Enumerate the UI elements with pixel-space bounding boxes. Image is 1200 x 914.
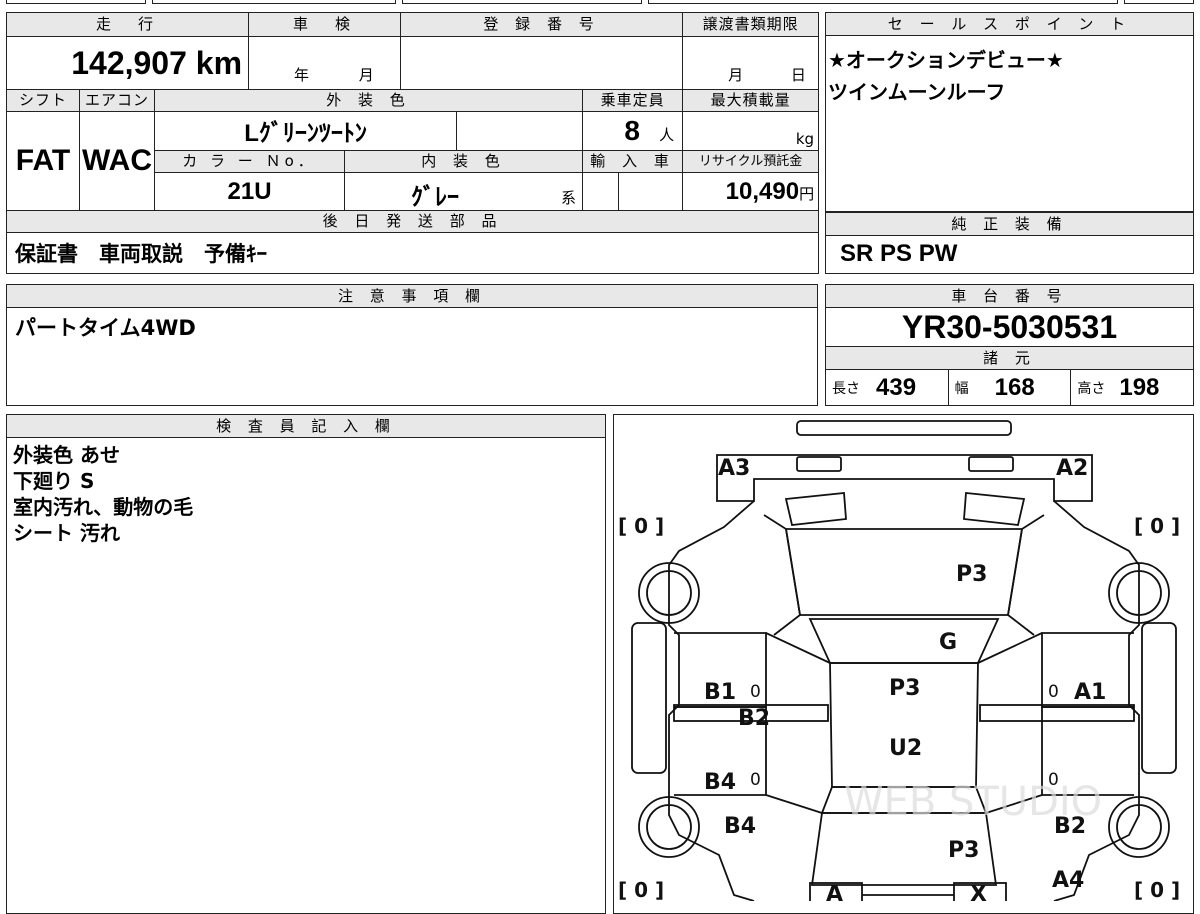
capacity-value: 8 [624, 114, 640, 146]
sales-point-line: ★オークションデビュー★ [828, 48, 1064, 72]
code-a3: A3 [718, 456, 750, 481]
recycle-header: リサイクル預託金 [682, 149, 820, 173]
interior-color-value: ｸﾞﾚｰ [411, 183, 460, 211]
top-edge-strip [6, 0, 1194, 6]
spec-header: 諸 元 [826, 347, 1193, 370]
transfer-deadline-header: 譲渡書類期限 [682, 11, 820, 38]
chassis-header: 車 台 番 号 [826, 285, 1193, 308]
color-no-header: カ ラ ー Ｎo． [153, 149, 346, 173]
zero-mark: 0 [1048, 682, 1059, 702]
transfer-month-unit: 月 [728, 65, 744, 84]
capacity-header: 乗車定員 [582, 88, 684, 113]
capacity-unit: 人 [659, 125, 675, 144]
notes-value: パートタイム4WD [15, 316, 196, 340]
notes-header: 注 意 事 項 欄 [7, 285, 817, 308]
sales-point-line: ツインムーンルーフ [828, 80, 1006, 104]
equipment-value: SR PS PW [840, 240, 958, 267]
watermark: WEB STUDIO [844, 779, 1102, 825]
chassis-number: YR30-5030531 [826, 308, 1193, 347]
code-p3-hood: P3 [956, 562, 987, 587]
aircon-header: エアコン [79, 88, 155, 113]
registration-value [400, 36, 684, 90]
code-a-tag: A [826, 882, 843, 901]
length-value: 439 [876, 374, 917, 401]
code-g: G [939, 630, 957, 655]
sales-points-box: セ ー ル ス ポ イ ン ト ★オークションデビュー★ ツインムーンルーフ [825, 12, 1194, 212]
code-x-tag: X [970, 882, 987, 901]
code-b2-left: B2 [738, 706, 770, 731]
max-load-header: 最大積載量 [682, 88, 820, 113]
inspector-line: 室内汚れ、動物の毛 [13, 495, 194, 519]
vehicle-info-grid: 走 行 車 検 登 録 番 号 譲渡書類期限 142,907 km 年 月 月 … [5, 11, 820, 274]
import-cell-1 [582, 171, 620, 212]
import-cell-2 [618, 171, 684, 212]
transfer-day-unit: 日 [790, 65, 806, 84]
width-label: 幅 [954, 381, 969, 397]
registration-header: 登 録 番 号 [400, 11, 684, 38]
code-a4: A4 [1052, 868, 1084, 893]
exterior-color-header: 外 装 色 [153, 88, 584, 113]
color-no-value: 21U [227, 177, 272, 205]
notes-box: 注 意 事 項 欄 パートタイム4WD [6, 284, 818, 406]
code-u2: U2 [889, 736, 922, 761]
code-b4-side: B4 [724, 814, 756, 839]
shift-header: シフト [6, 88, 80, 113]
tire-mark-rear-right: [ 0 ] [1134, 878, 1180, 901]
inspection-month-unit: 月 [358, 65, 374, 84]
code-p3-rear: P3 [948, 838, 979, 863]
shift-value: FAT [15, 144, 71, 178]
tire-mark-front-right: [ 0 ] [1134, 514, 1180, 538]
code-p3-roof: P3 [889, 676, 920, 701]
sales-points-header: セ ー ル ス ポ イ ン ト [826, 13, 1193, 36]
exterior-color-extra [456, 111, 584, 151]
length-label: 長さ [832, 381, 860, 397]
chassis-box: 車 台 番 号 YR30-5030531 諸 元 長さ 439 幅 168 高さ… [825, 284, 1194, 406]
height-value: 198 [1119, 374, 1160, 401]
equipment-header: 純 正 装 備 [826, 213, 1193, 236]
inspector-line: シート 汚れ [13, 521, 120, 545]
recycle-fee-value: 10,490 [725, 177, 800, 205]
tire-mark-front-left: [ 0 ] [618, 514, 664, 538]
recycle-fee-unit: 円 [799, 184, 815, 203]
mileage-value: 142,907 km [71, 44, 243, 81]
interior-color-suffix: 系 [561, 189, 577, 208]
later-parts-value: 保証書 車両取説 予備ｷｰ [15, 242, 267, 267]
zero-mark: 0 [750, 682, 761, 702]
exterior-color-value: Lｸﾞﾘｰﾝﾂｰﾄﾝ [244, 120, 367, 148]
inspector-line: 下廻り S [13, 469, 95, 493]
aircon-value: WAC [82, 144, 152, 178]
code-b1: B1 [704, 680, 736, 705]
later-parts-header: 後 日 発 送 部 品 [5, 210, 820, 234]
mileage-header: 走 行 [5, 11, 250, 38]
interior-color-header: 内 装 色 [344, 149, 584, 173]
damage-diagram-box: A3 A2 P3 G B1 B2 P3 U2 A1 B4 B4 B2 P3 A4… [613, 414, 1194, 914]
zero-mark: 0 [750, 770, 761, 790]
width-value: 168 [994, 374, 1035, 401]
tire-mark-rear-left: [ 0 ] [618, 878, 664, 901]
inspector-header: 検 査 員 記 入 欄 [7, 415, 605, 438]
code-b4-door: B4 [704, 770, 736, 795]
inspector-line: 外装色 あせ [13, 443, 120, 467]
code-a1: A1 [1074, 680, 1106, 705]
equipment-box: 純 正 装 備 SR PS PW [825, 212, 1194, 274]
inspection-header: 車 検 [248, 11, 402, 38]
inspection-year-unit: 年 [294, 65, 310, 84]
max-load-unit: kg [682, 111, 820, 151]
code-a2: A2 [1056, 456, 1088, 481]
height-label: 高さ [1077, 381, 1106, 397]
import-header: 輸 入 車 [582, 149, 684, 173]
car-diagram: A3 A2 P3 G B1 B2 P3 U2 A1 B4 B4 B2 P3 A4… [618, 420, 1180, 901]
inspector-box: 検 査 員 記 入 欄 外装色 あせ 下廻り S 室内汚れ、動物の毛 シート 汚… [6, 414, 606, 914]
